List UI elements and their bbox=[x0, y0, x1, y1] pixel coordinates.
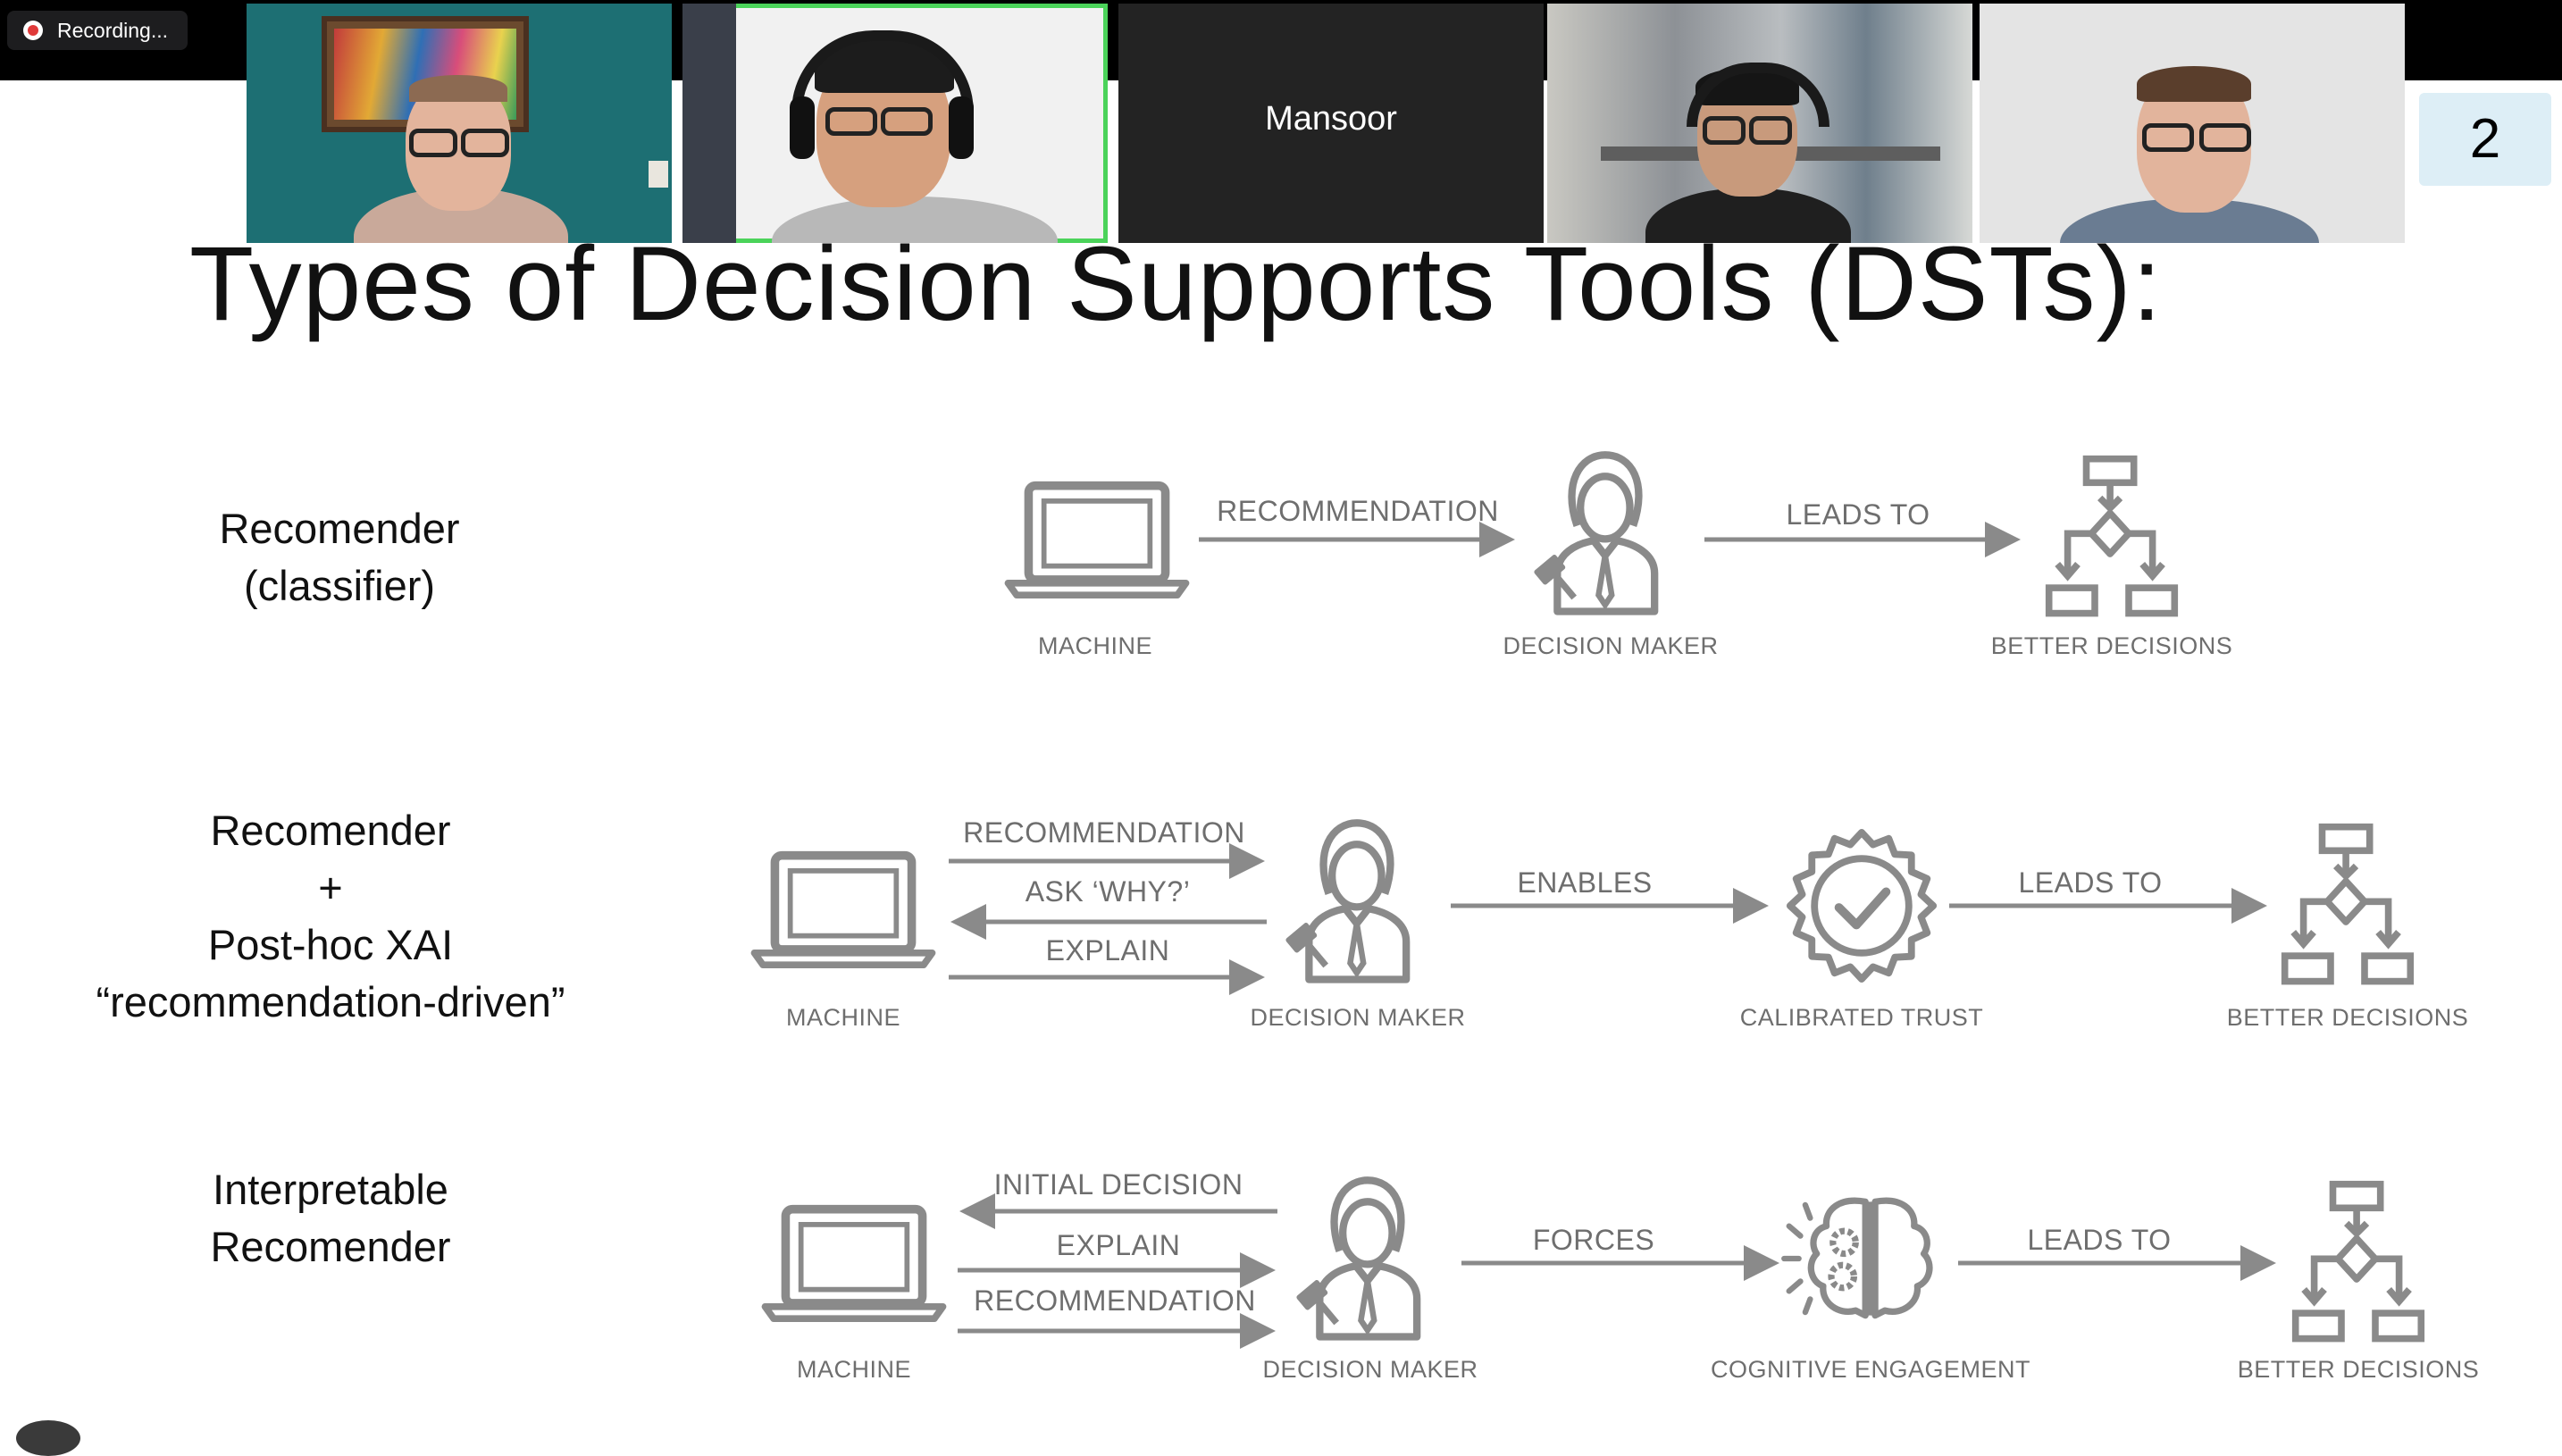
participant-name: Mansoor bbox=[1265, 100, 1397, 138]
laptop-icon bbox=[1002, 479, 1192, 598]
arrow-label-recommendation: RECOMMENDATION bbox=[1217, 495, 1499, 527]
caption-better-decisions: BETTER DECISIONS bbox=[1990, 632, 2233, 659]
flowchart-icon bbox=[2044, 454, 2180, 623]
flowchart-icon bbox=[2290, 1179, 2426, 1349]
floating-control-button[interactable] bbox=[16, 1420, 80, 1456]
arrow-recommendation bbox=[949, 843, 1265, 879]
row-3-label: Interpretable Recomender bbox=[210, 1166, 451, 1270]
caption-machine: MACHINE bbox=[785, 1004, 901, 1031]
row-2-label: Recomender + Post-hoc XAI “recommendatio… bbox=[96, 807, 565, 1025]
arrow-label-recommendation: RECOMMENDATION bbox=[974, 1284, 1256, 1317]
record-icon bbox=[23, 21, 43, 40]
arrow-label-initial-decision: INITIAL DECISION bbox=[993, 1168, 1243, 1201]
arrow-label-leads-to: LEADS TO bbox=[2018, 866, 2163, 899]
arrow-explain bbox=[949, 959, 1265, 995]
arrow-label-ask-why: ASK ‘WHY?’ bbox=[1025, 875, 1191, 908]
arrow-initial-decision bbox=[959, 1193, 1277, 1229]
checkmark-badge-icon bbox=[1783, 827, 1940, 984]
decision-maker-icon bbox=[1529, 447, 1678, 618]
caption-decision-maker: DECISION MAKER bbox=[1250, 1004, 1466, 1031]
participant-tile-2[interactable] bbox=[682, 4, 1108, 243]
recording-label: Recording... bbox=[57, 18, 169, 42]
participant-tile-5[interactable] bbox=[1980, 4, 2405, 243]
arrow-label-recommendation: RECOMMENDATION bbox=[963, 816, 1245, 849]
arrow-recommendation bbox=[1199, 522, 1515, 557]
arrow-label-leads-to: LEADS TO bbox=[1786, 498, 1930, 531]
arrow-label-enables: ENABLES bbox=[1517, 866, 1653, 899]
caption-better-decisions: BETTER DECISIONS bbox=[2226, 1004, 2469, 1031]
flowchart-icon bbox=[2280, 822, 2415, 992]
caption-machine: MACHINE bbox=[1037, 632, 1153, 659]
caption-calibrated-trust: CALIBRATED TRUST bbox=[1739, 1004, 1984, 1031]
participant-tile-4[interactable] bbox=[1547, 4, 1972, 243]
laptop-icon bbox=[759, 1202, 949, 1322]
arrow-label-explain: EXPLAIN bbox=[1056, 1229, 1181, 1261]
caption-machine: MACHINE bbox=[796, 1356, 912, 1383]
arrow-recommendation bbox=[958, 1313, 1276, 1349]
brain-gears-icon bbox=[1778, 1192, 1956, 1326]
decision-maker-icon bbox=[1292, 1172, 1440, 1343]
arrow-label-forces: FORCES bbox=[1532, 1224, 1655, 1256]
participant-tile-1[interactable] bbox=[247, 4, 672, 243]
arrow-label-leads-to: LEADS TO bbox=[2027, 1224, 2172, 1256]
arrow-label-explain: EXPLAIN bbox=[1045, 934, 1170, 966]
caption-decision-maker: DECISION MAKER bbox=[1503, 632, 1719, 659]
caption-cognitive-engagement: COGNITIVE ENGAGEMENT bbox=[1710, 1356, 2031, 1383]
decision-maker-icon bbox=[1281, 815, 1429, 986]
recording-indicator[interactable]: Recording... bbox=[7, 11, 188, 50]
arrow-ask-why bbox=[950, 904, 1267, 940]
laptop-icon bbox=[749, 849, 938, 968]
row-1-label: Recomender (classifier) bbox=[219, 505, 460, 609]
participant-tile-3[interactable]: Mansoor bbox=[1118, 4, 1544, 243]
caption-better-decisions: BETTER DECISIONS bbox=[2237, 1356, 2480, 1383]
slide-title: Types of Decision Supports Tools (DSTs): bbox=[189, 225, 2163, 343]
slide-number: 2 bbox=[2419, 93, 2551, 186]
caption-decision-maker: DECISION MAKER bbox=[1262, 1356, 1478, 1383]
